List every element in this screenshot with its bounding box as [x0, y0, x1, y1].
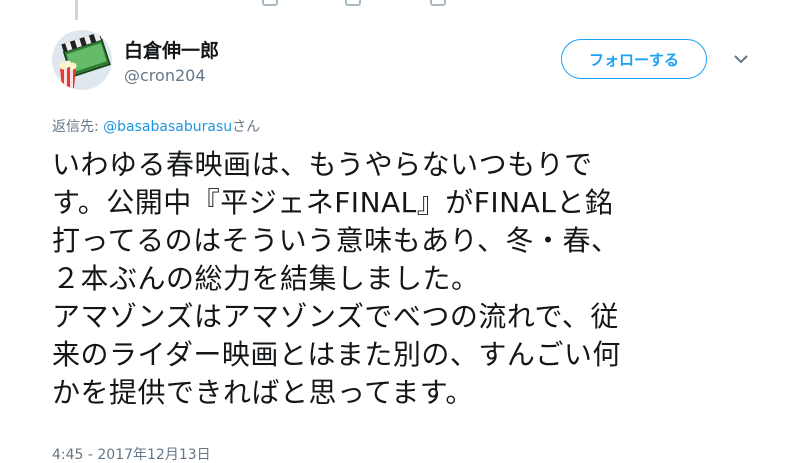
tweet-text-line: ２本ぶんの総力を結集しました。: [52, 262, 480, 295]
follow-button[interactable]: フォローする: [561, 39, 707, 79]
user-handle[interactable]: @cron204: [124, 66, 206, 85]
avatar[interactable]: [52, 30, 112, 90]
reply-suffix: さん: [232, 119, 261, 135]
tweet-text: いわゆる春映画は、もうやらないつもりで す。公開中『平ジェネFINAL』がFIN…: [52, 146, 742, 412]
previous-tweet-remnant: [0, 0, 786, 24]
tweet-text-line: いわゆる春映画は、もうやらないつもりで: [52, 148, 593, 181]
like-icon[interactable]: [345, 0, 361, 6]
retweet-icon[interactable]: [262, 0, 278, 6]
reply-prefix: 返信先:: [52, 119, 104, 135]
tweet-text-line: 来のライダー映画とはまた別の、すんごい何: [52, 338, 621, 371]
tweet-text-line: 打ってるのはそういう意味もあり、冬・春、: [52, 224, 620, 257]
message-icon[interactable]: [430, 0, 446, 6]
thread-line: [75, 0, 78, 20]
clapperboard-popcorn-icon: [52, 30, 112, 90]
tweet-text-line: かを提供できればと思ってます。: [52, 376, 474, 409]
reply-mention-link[interactable]: @basabasaburasu: [103, 119, 232, 135]
reply-context: 返信先: @basabasaburasuさん: [52, 116, 260, 136]
tweet-text-line: アマゾンズはアマゾンズでべつの流れで、従: [52, 300, 619, 333]
display-name[interactable]: 白倉伸一郎: [124, 36, 219, 63]
tweet-card: 白倉伸一郎 @cron204 フォローする 返信先: @basabasabura…: [0, 0, 786, 463]
tweet-timestamp[interactable]: 4:45 - 2017年12月13日: [52, 444, 211, 463]
tweet-text-line: す。公開中『平ジェネFINAL』がFINALと銘: [52, 186, 614, 219]
chevron-down-icon[interactable]: [732, 50, 750, 68]
